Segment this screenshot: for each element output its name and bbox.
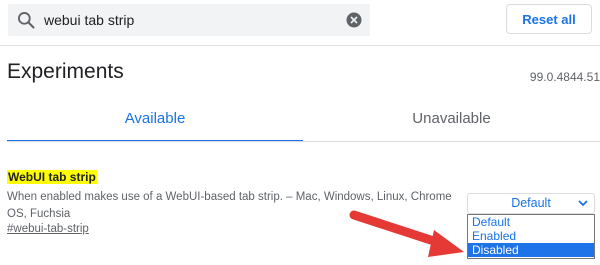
option-default[interactable]: Default xyxy=(468,215,594,229)
select-dropdown-list: Default Enabled Disabled xyxy=(467,214,595,259)
experiment-link[interactable]: #webui-tab-strip xyxy=(7,223,89,235)
experiment-title: WebUI tab strip xyxy=(7,170,97,184)
select-value: Default xyxy=(511,196,551,210)
tabs-divider xyxy=(7,141,600,142)
option-enabled[interactable]: Enabled xyxy=(468,229,594,243)
version-label: 99.0.4844.51 xyxy=(529,70,600,84)
clear-icon[interactable] xyxy=(346,12,362,28)
tab-unavailable[interactable]: Unavailable xyxy=(303,100,600,142)
search-icon xyxy=(18,12,35,29)
search-box[interactable] xyxy=(8,4,370,36)
top-toolbar: Reset all xyxy=(0,0,600,46)
chevron-down-icon xyxy=(578,200,588,207)
experiment-select[interactable]: Default xyxy=(467,193,595,214)
tab-available[interactable]: Available xyxy=(7,100,303,142)
page-title: Experiments xyxy=(7,60,124,83)
experiment-description: When enabled makes use of a WebUI-based … xyxy=(7,191,452,220)
option-disabled[interactable]: Disabled xyxy=(468,243,594,257)
search-input[interactable] xyxy=(44,9,334,31)
tab-strip: Available Unavailable xyxy=(0,100,600,142)
reset-all-button[interactable]: Reset all xyxy=(506,4,592,34)
